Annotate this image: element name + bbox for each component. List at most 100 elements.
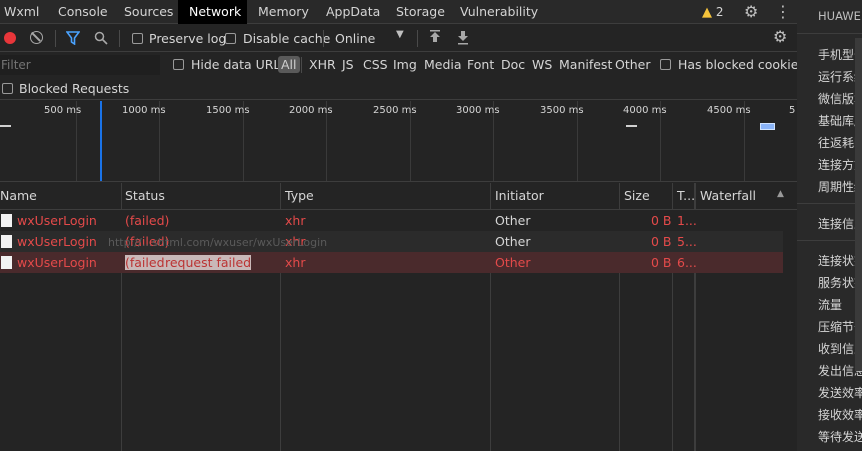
has-blocked-cookies-checkbox[interactable]: [660, 59, 671, 70]
filter-type-all[interactable]: All: [278, 56, 300, 73]
network-settings-gear-icon[interactable]: ⚙: [773, 27, 787, 46]
filter-type-js[interactable]: JS: [342, 57, 354, 72]
column-header-size[interactable]: Size: [624, 188, 650, 203]
filter-type-img[interactable]: Img: [393, 57, 417, 72]
import-har-icon[interactable]: [428, 30, 442, 45]
tab-storage[interactable]: Storage: [396, 0, 445, 24]
device-brand-header: HUAWEI: [818, 9, 862, 23]
preserve-log-label: Preserve log: [149, 31, 227, 46]
tab-memory[interactable]: Memory: [258, 0, 309, 24]
column-header-initiator[interactable]: Initiator: [495, 188, 544, 203]
cell-time: 1...: [677, 213, 697, 228]
network-info-panel: HUAWEI 手机型号 运行系统 微信版本 基础库版 往返耗时 连接方式 周期性…: [797, 0, 862, 451]
request-bar: [760, 123, 775, 130]
overview-timeline[interactable]: 500 ms 1000 ms 1500 ms 2000 ms 2500 ms 3…: [0, 101, 797, 182]
tick-label: 2500 ms: [373, 105, 417, 116]
blocked-requests-label: Blocked Requests: [19, 81, 130, 96]
has-blocked-cookies-label: Has blocked cookies: [678, 57, 805, 72]
cell-time: 6...: [677, 255, 697, 270]
url-hover-ghost: http://...shtml.com/wxuser/wxUserLogin: [108, 236, 328, 249]
request-bar: [626, 125, 637, 127]
settings-gear-icon[interactable]: ⚙: [744, 2, 758, 21]
cell-type: xhr: [285, 255, 306, 270]
cell-type: xhr: [285, 213, 306, 228]
cell-size: 0 B: [651, 234, 672, 249]
tab-appdata[interactable]: AppData: [326, 0, 380, 24]
record-icon[interactable]: [4, 32, 16, 44]
info-label: 发送效率: [818, 386, 862, 400]
filter-type-xhr[interactable]: XHR: [309, 57, 336, 72]
info-label: 等待发送: [818, 430, 862, 444]
more-options-icon[interactable]: ⋮: [775, 2, 791, 21]
clear-icon[interactable]: [30, 31, 43, 44]
dom-content-loaded-marker: [100, 101, 102, 181]
tab-sources[interactable]: Sources: [124, 0, 173, 24]
info-label: 接收效率: [818, 408, 862, 422]
requests-table: Name Status Type Initiator Size T... Wat…: [0, 183, 797, 451]
tick-label: 5: [789, 105, 796, 116]
filter-type-css[interactable]: CSS: [363, 57, 388, 72]
search-icon[interactable]: [94, 31, 108, 45]
export-har-icon[interactable]: [456, 30, 470, 45]
table-row[interactable]: wxUserLogin (failed) xhr Other 0 B 5... …: [0, 231, 783, 252]
cell-initiator: Other: [495, 255, 531, 270]
document-icon: [1, 235, 12, 248]
tab-console[interactable]: Console: [58, 0, 108, 24]
info-label: 流量: [818, 298, 843, 312]
network-toolbar: Preserve log Disable cache Online ▼ ⚙: [0, 25, 797, 52]
tick-label: 2000 ms: [289, 105, 333, 116]
column-header-name[interactable]: Name: [0, 188, 37, 203]
filter-type-other[interactable]: Other: [615, 57, 651, 72]
cell-initiator: Other: [495, 213, 531, 228]
warnings-count: 2: [715, 5, 724, 19]
request-bar: [0, 125, 11, 127]
table-row[interactable]: wxUserLogin (failed) xhr Other 0 B 1...: [0, 210, 783, 231]
filter-bar: Hide data URLs All XHR JS CSS Img Media …: [0, 53, 805, 79]
warnings-indicator[interactable]: ▲ 2: [702, 0, 723, 24]
disable-cache-checkbox[interactable]: [225, 33, 236, 44]
tick-label: 1000 ms: [122, 105, 166, 116]
filter-icon[interactable]: [66, 31, 80, 45]
cell-time: 5...: [677, 234, 697, 249]
cell-name: wxUserLogin: [17, 213, 97, 228]
tick-label: 4500 ms: [707, 105, 751, 116]
filter-type-ws[interactable]: WS: [532, 57, 552, 72]
filter-type-doc[interactable]: Doc: [501, 57, 525, 72]
cell-initiator: Other: [495, 234, 531, 249]
hide-data-urls-checkbox[interactable]: [173, 59, 184, 70]
disable-cache-label: Disable cache: [243, 31, 331, 46]
column-header-time[interactable]: T...: [677, 188, 695, 203]
column-header-type[interactable]: Type: [285, 188, 314, 203]
sort-ascending-icon[interactable]: ▲: [777, 189, 784, 199]
cell-size: 0 B: [651, 213, 672, 228]
column-header-waterfall[interactable]: Waterfall: [700, 188, 756, 203]
hide-data-urls-label: Hide data URLs: [191, 57, 287, 72]
cell-status: (failed): [125, 255, 170, 270]
blocked-requests-checkbox[interactable]: [2, 83, 13, 94]
tick-label: 3000 ms: [456, 105, 500, 116]
filter-type-font[interactable]: Font: [467, 57, 494, 72]
tab-vulnerability[interactable]: Vulnerability: [460, 0, 538, 24]
preserve-log-checkbox[interactable]: [132, 33, 143, 44]
tick-label: 4000 ms: [623, 105, 667, 116]
cell-name: wxUserLogin: [17, 234, 97, 249]
cell-name: wxUserLogin: [17, 255, 97, 270]
blocked-requests-bar: Blocked Requests: [0, 79, 797, 100]
chevron-down-icon[interactable]: ▼: [396, 29, 404, 40]
warning-icon: ▲: [702, 5, 712, 20]
panel-scrollbar[interactable]: [855, 38, 862, 371]
tick-label: 500 ms: [44, 105, 82, 116]
filter-input[interactable]: [0, 55, 160, 75]
throttling-select[interactable]: Online: [335, 31, 375, 46]
cell-size: 0 B: [651, 255, 672, 270]
document-icon: [1, 214, 12, 227]
tick-label: 3500 ms: [540, 105, 584, 116]
tab-wxml[interactable]: Wxml: [4, 0, 39, 24]
cell-status: (failed): [125, 213, 170, 228]
tick-label: 1500 ms: [206, 105, 250, 116]
filter-type-media[interactable]: Media: [424, 57, 462, 72]
tab-network[interactable]: Network: [178, 0, 247, 24]
filter-type-manifest[interactable]: Manifest: [559, 57, 612, 72]
column-header-status[interactable]: Status: [125, 188, 165, 203]
table-row-selected[interactable]: wxUserLogin (failed) request failed xhr …: [0, 252, 783, 273]
